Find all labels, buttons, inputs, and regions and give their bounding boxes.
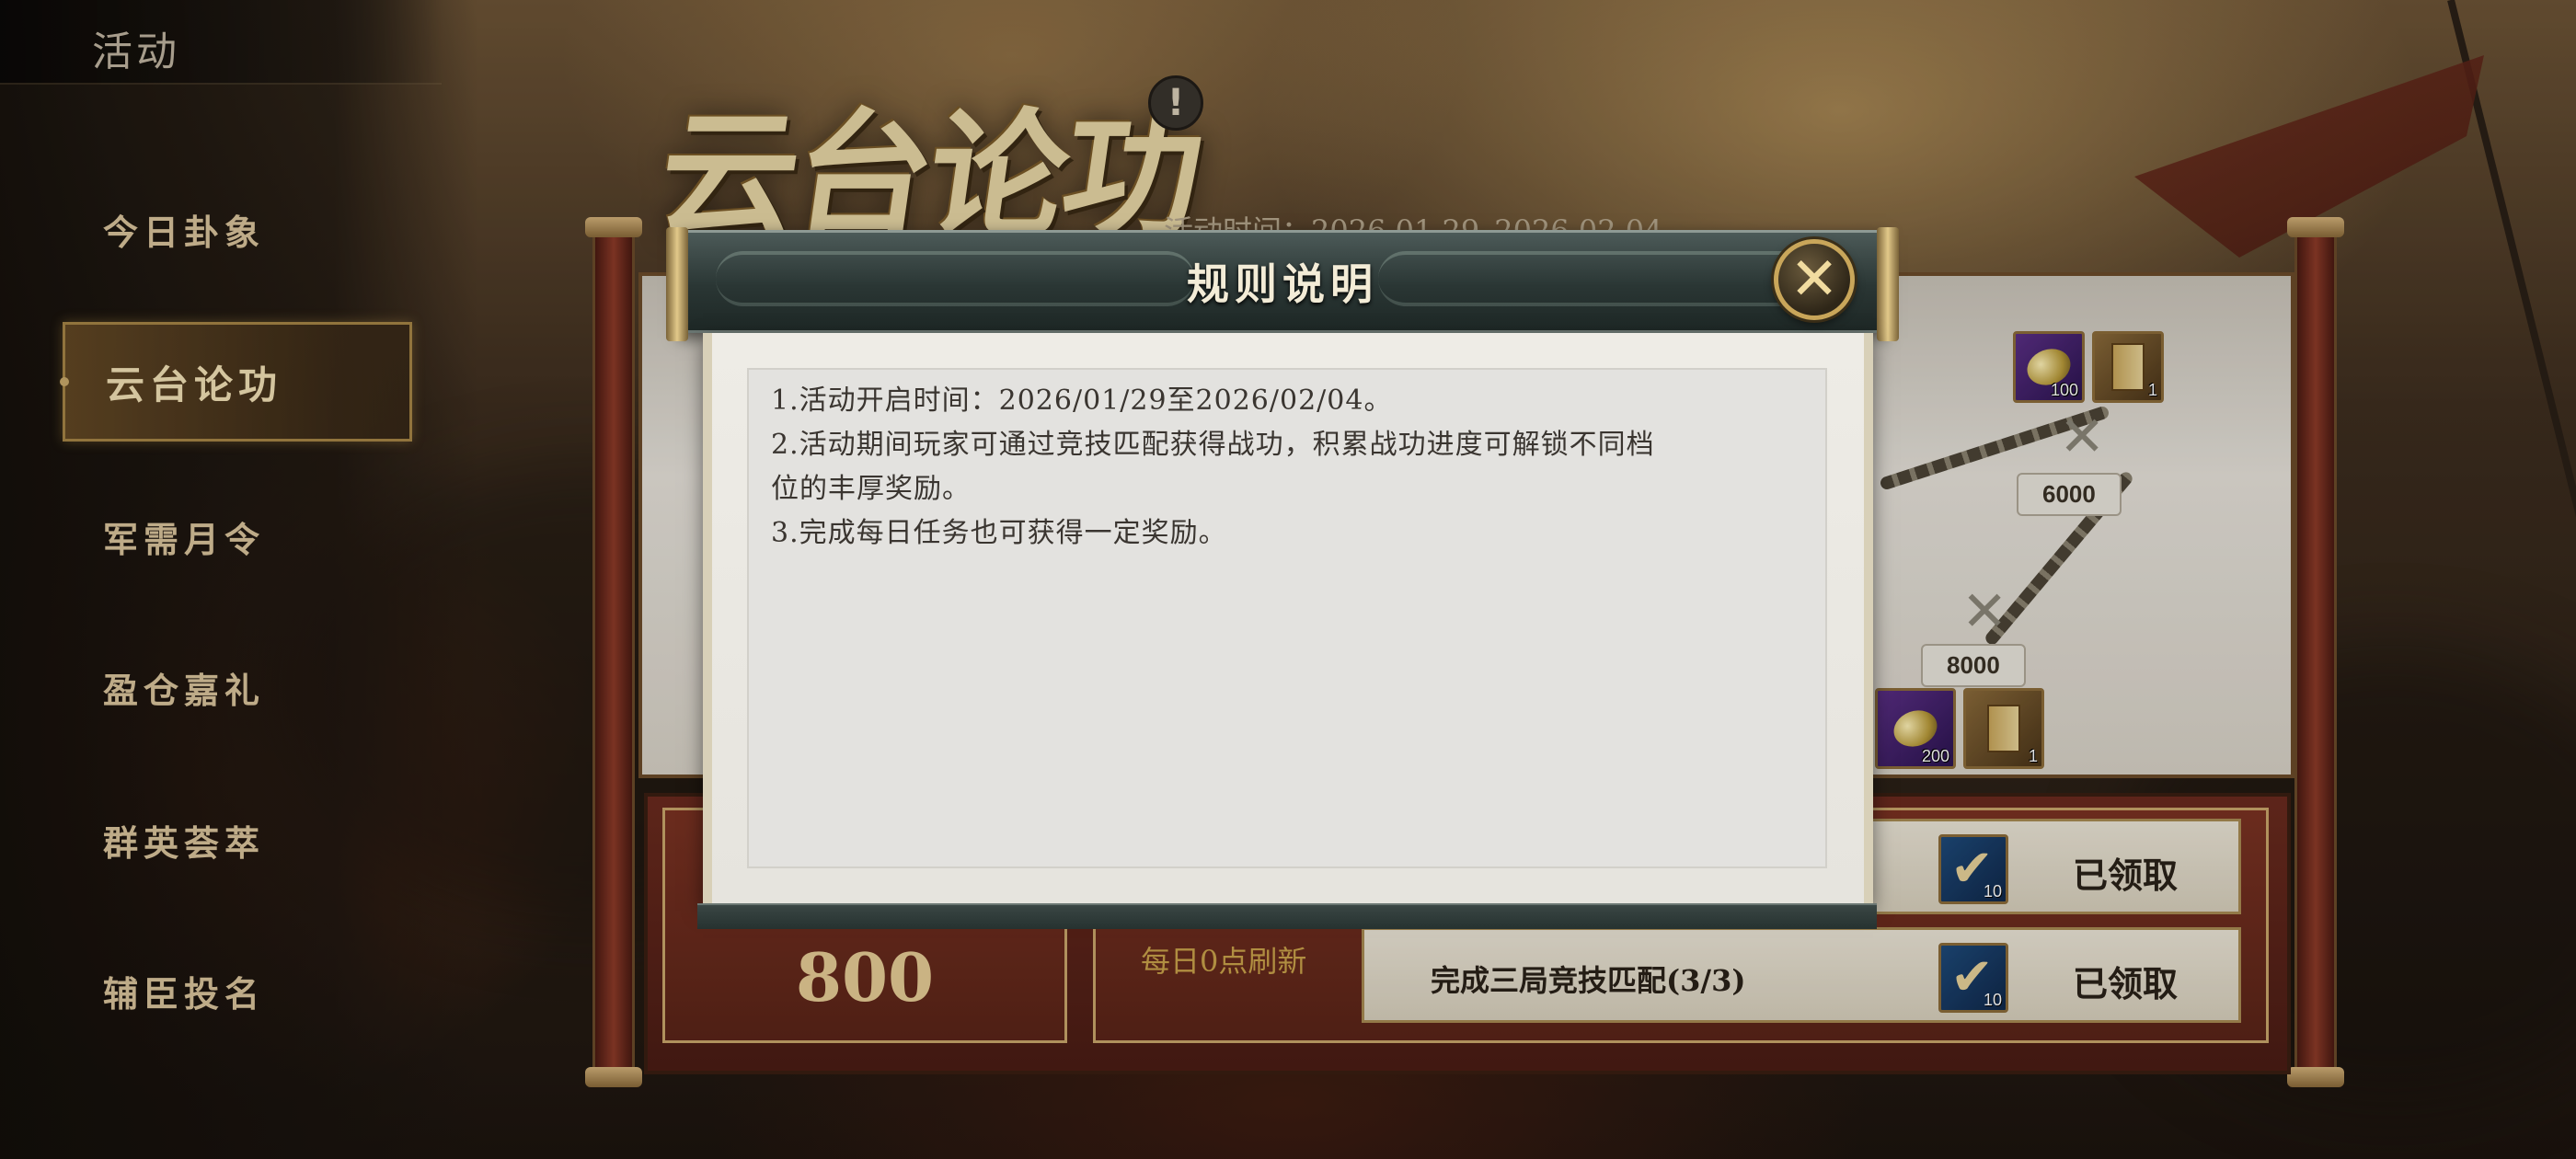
sidebar-item-heroes-gather[interactable]: 群英荟萃	[63, 780, 412, 900]
scroll-cap	[585, 217, 642, 237]
sidebar-item-label: 盈仓嘉礼	[103, 669, 266, 711]
milestone-label: 8000	[1921, 644, 2026, 687]
activity-header: 活动	[0, 0, 442, 85]
task-reward-item[interactable]: ✔ 10	[1938, 834, 2008, 904]
reward-scroll-book[interactable]: 1	[2092, 331, 2164, 403]
milestone-marker-icon: ✕	[2059, 405, 2106, 469]
scroll-cap	[2287, 217, 2344, 237]
reward-gold-ingot[interactable]: 100	[2013, 331, 2085, 403]
reward-count: 200	[1921, 747, 1949, 765]
reward-count: 10	[1983, 991, 2002, 1009]
scroll-book-icon	[2111, 343, 2145, 391]
sidebar-item-label: 云台论功	[106, 361, 283, 407]
claimed-status-button[interactable]: 已领取	[2073, 847, 2178, 898]
scroll-cap	[2287, 1067, 2344, 1087]
merit-score: 800	[795, 938, 935, 1016]
close-icon: ✕	[1789, 246, 1839, 314]
reward-count: 100	[2050, 381, 2078, 399]
claimed-status-button[interactable]: 已领取	[2073, 956, 2178, 1006]
rules-content: 1.活动开启时间：2026/01/29至2026/02/04。 2.活动期间玩家…	[747, 368, 1827, 868]
refresh-label: 每日0点刷新	[1141, 944, 1307, 979]
reward-count: 1	[2147, 381, 2157, 399]
gold-ingot-icon	[1888, 704, 1943, 753]
milestone-marker-icon: ✕	[1961, 580, 2008, 644]
sidebar-item-military-supply[interactable]: 军需月令	[63, 476, 412, 596]
task-text: 完成三局竞技匹配(3/3)	[1431, 963, 1746, 998]
rule-text: 3.完成每日任务也可获得一定奖励。	[771, 517, 1227, 549]
scroll-rod-left	[592, 230, 635, 1076]
milestone-label: 6000	[2017, 473, 2122, 516]
sidebar-item-label: 群英荟萃	[103, 821, 266, 864]
scroll-rod-right	[2294, 230, 2337, 1076]
modal-bottom-rod	[697, 903, 1877, 929]
rule-text: 2.活动期间玩家可通过竞技匹配获得战功，积累战功进度可解锁不同档	[771, 429, 1655, 461]
reward-scroll-book[interactable]: 1	[1963, 688, 2044, 769]
reward-count: 10	[1983, 882, 2002, 901]
modal-title: 规则说明	[1187, 259, 1378, 309]
task-reward-item[interactable]: ✔ 10	[1938, 943, 2008, 1013]
info-icon[interactable]: !	[1148, 75, 1203, 131]
close-button[interactable]: ✕	[1774, 239, 1855, 320]
sidebar-item-label: 辅臣投名	[103, 972, 266, 1015]
sidebar: 活动 今日卦象 云台论功 军需月令 盈仓嘉礼 群英荟萃 辅臣投名	[0, 0, 478, 1159]
sidebar-item-yuntai-merit[interactable]: 云台论功	[60, 322, 412, 442]
sidebar-item-daily-fortune[interactable]: 今日卦象	[63, 169, 412, 289]
scroll-book-icon	[1987, 705, 2020, 752]
active-indicator	[60, 377, 69, 386]
scroll-cap	[585, 1067, 642, 1087]
modal-header: 规则说明	[666, 227, 1899, 341]
sidebar-item-label: 今日卦象	[103, 211, 266, 253]
sidebar-item-minister-enlist[interactable]: 辅臣投名	[63, 931, 412, 1050]
activity-title: 活动	[92, 29, 180, 75]
rule-text: 位的丰厚奖励。	[771, 473, 971, 505]
reward-count: 1	[2028, 747, 2038, 765]
task-row: 完成三局竞技匹配(3/3) ✔ 10 已领取	[1362, 927, 2241, 1023]
sidebar-item-label: 军需月令	[103, 518, 266, 560]
reward-gold-ingot[interactable]: 200	[1875, 688, 1956, 769]
rule-text: 1.活动开启时间：2026/01/29至2026/02/04。	[771, 384, 1393, 417]
sidebar-item-granary-gift[interactable]: 盈仓嘉礼	[63, 627, 412, 747]
